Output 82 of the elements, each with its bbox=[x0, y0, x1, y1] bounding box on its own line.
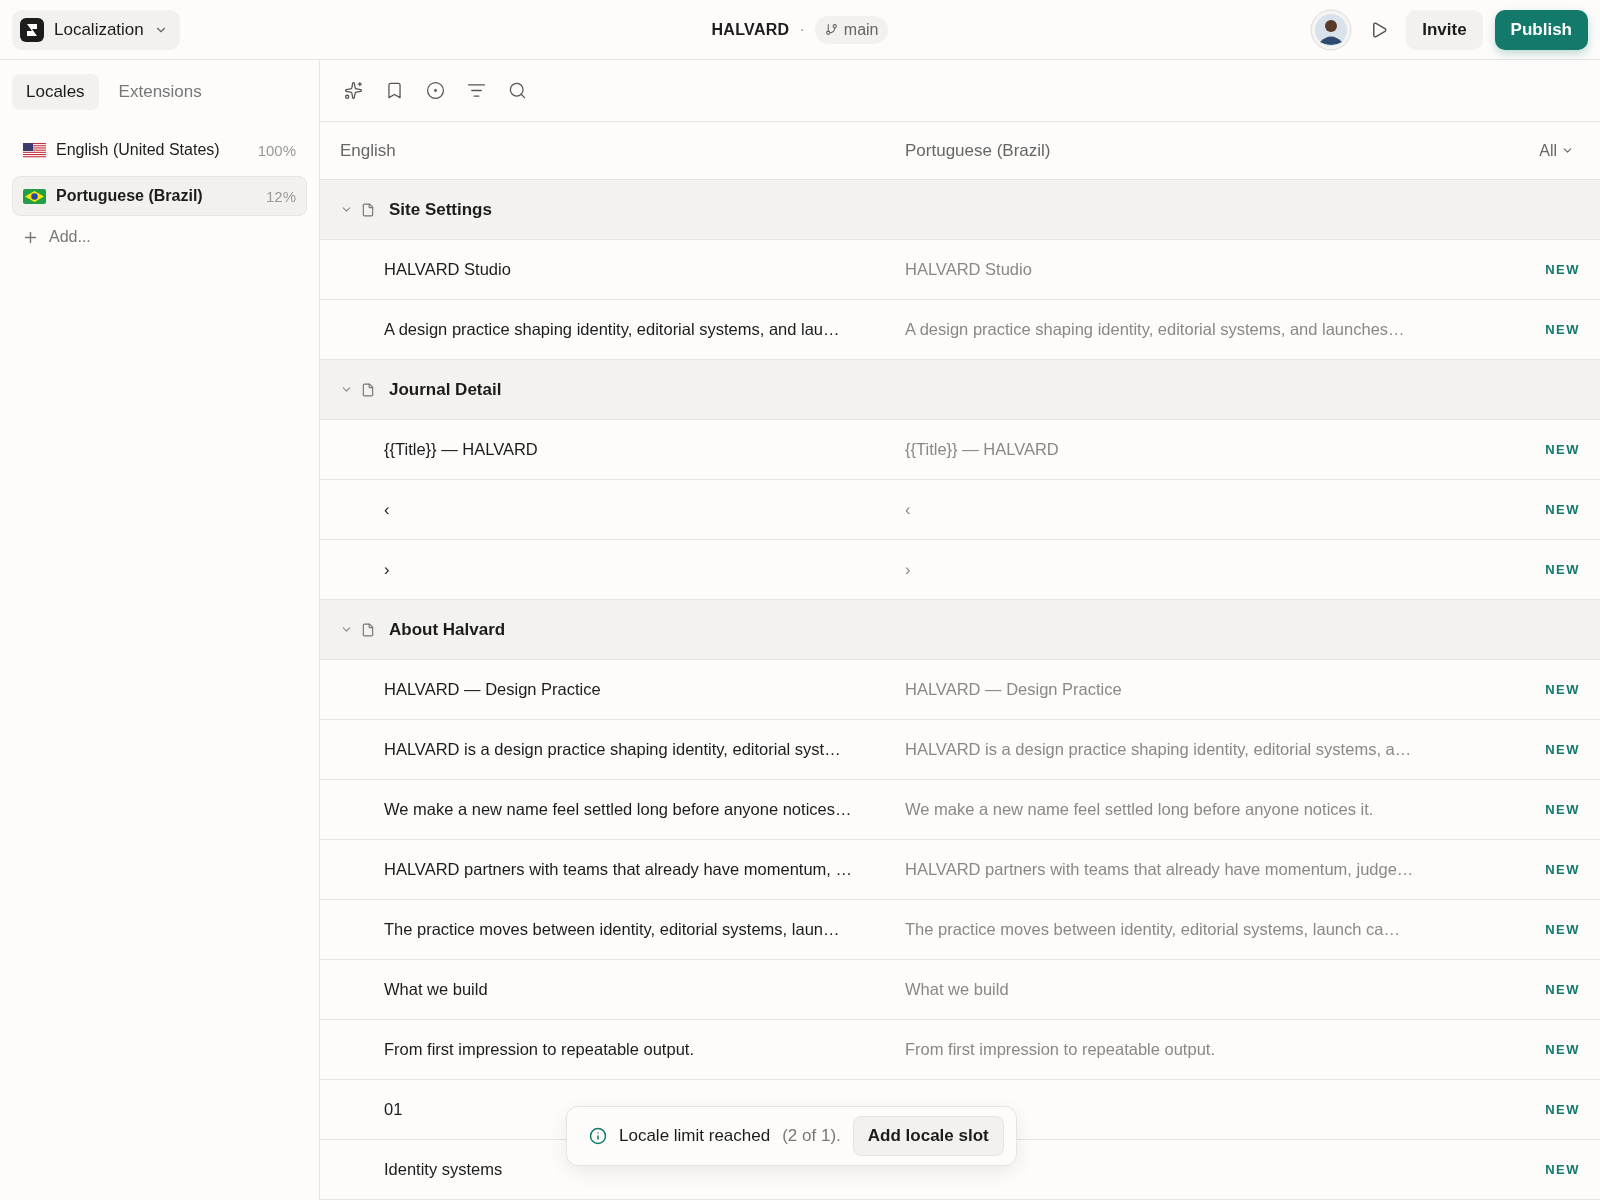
separator-dot: · bbox=[799, 20, 805, 39]
translation-text[interactable]: A design practice shaping identity, editorial systems, and launches… bbox=[905, 320, 1520, 339]
toast-count: (2 of 1). bbox=[782, 1126, 841, 1146]
translation-text[interactable]: › bbox=[905, 560, 1520, 579]
source-text: The practice moves between identity, editorial systems, laun… bbox=[383, 920, 841, 939]
locale-name: English (United States) bbox=[56, 141, 221, 159]
search-icon bbox=[508, 81, 527, 100]
source-text: A design practice shaping identity, editorial systems, and lau… bbox=[383, 320, 841, 339]
translation-text[interactable]: What we build bbox=[905, 980, 1520, 999]
publish-button[interactable]: Publish bbox=[1494, 9, 1588, 50]
status-label: NEW bbox=[1545, 922, 1580, 937]
translation-text[interactable]: The practice moves between identity, editorial systems, launch ca… bbox=[905, 920, 1520, 939]
sidebar-tab[interactable]: Extensions bbox=[104, 74, 216, 110]
group-title: About Halvard bbox=[389, 619, 506, 640]
source-text: 01 bbox=[383, 1100, 404, 1119]
source-text: Identity systems bbox=[383, 1160, 504, 1179]
locale-name: Portuguese (Brazil) bbox=[56, 187, 204, 205]
group-title: Journal Detail bbox=[389, 379, 502, 400]
status-label: NEW bbox=[1545, 262, 1580, 277]
invite-button[interactable]: Invite bbox=[1406, 9, 1483, 50]
translation-text[interactable]: HALVARD partners with teams that already have momentum, judge… bbox=[905, 860, 1520, 879]
source-text: HALVARD — Design Practice bbox=[383, 680, 602, 699]
status-label: NEW bbox=[1545, 502, 1580, 517]
status-label: NEW bbox=[1545, 1102, 1580, 1117]
toast-message: Locale limit reached bbox=[619, 1126, 771, 1146]
logo-icon bbox=[20, 17, 44, 42]
add-locale-slot-button[interactable]: Add locale slot bbox=[852, 1116, 1004, 1156]
status-label: NEW bbox=[1545, 982, 1580, 997]
source-text: ‹ bbox=[383, 500, 391, 519]
column-header: Portuguese (Brazil) bbox=[905, 140, 1052, 161]
status-label: NEW bbox=[1545, 802, 1580, 817]
play-icon bbox=[1370, 20, 1389, 39]
status-label: NEW bbox=[1545, 322, 1580, 337]
translation-text[interactable]: From first impression to repeatable output. bbox=[905, 1040, 1520, 1059]
target-icon bbox=[426, 81, 445, 100]
status-label: NEW bbox=[1545, 1042, 1580, 1057]
group-title: Site Settings bbox=[389, 199, 492, 220]
us-flag-icon bbox=[23, 142, 46, 158]
brazil-flag-icon bbox=[23, 188, 46, 204]
translation-text[interactable]: HALVARD Studio bbox=[905, 260, 1520, 279]
locale-percent: 100% bbox=[257, 141, 296, 159]
source-text: HALVARD partners with teams that already have momentum, … bbox=[383, 860, 853, 879]
status-label: NEW bbox=[1545, 442, 1580, 457]
status-label: NEW bbox=[1545, 562, 1580, 577]
page-icon bbox=[361, 382, 375, 397]
avatar[interactable] bbox=[1310, 8, 1353, 51]
info-icon bbox=[589, 1127, 607, 1145]
page-icon bbox=[361, 622, 375, 637]
source-text: We make a new name feel settled long before anyone notices… bbox=[383, 800, 853, 819]
branch-button[interactable]: main bbox=[814, 15, 889, 44]
group-row[interactable]: Site Settings bbox=[320, 180, 1600, 240]
translation-text[interactable]: We make a new name feel settled long before anyone notices it. bbox=[905, 800, 1520, 819]
column-header: English bbox=[339, 140, 397, 161]
app-menu[interactable]: Localization bbox=[12, 9, 180, 50]
group-row[interactable]: About Halvard bbox=[320, 600, 1600, 660]
bookmark-icon bbox=[385, 81, 404, 100]
translation-text[interactable]: HALVARD is a design practice shaping identity, editorial systems, a… bbox=[905, 740, 1520, 759]
group-row[interactable]: Journal Detail bbox=[320, 360, 1600, 420]
add-locale-button[interactable]: Add... bbox=[12, 222, 307, 252]
status-label: NEW bbox=[1545, 862, 1580, 877]
translation-text[interactable]: HALVARD — Design Practice bbox=[905, 680, 1520, 699]
source-text: What we build bbox=[383, 980, 489, 999]
sidebar-tab[interactable]: Locales bbox=[12, 74, 99, 110]
translation-text[interactable]: {{Title}} — HALVARD bbox=[905, 440, 1520, 459]
source-text: › bbox=[383, 560, 391, 579]
source-text: HALVARD Studio bbox=[383, 260, 512, 279]
status-label: NEW bbox=[1545, 682, 1580, 697]
source-text: HALVARD is a design practice shaping identity, editorial syst… bbox=[383, 740, 842, 759]
filter-icon bbox=[467, 81, 486, 100]
source-text: {{Title}} — HALVARD bbox=[383, 440, 539, 459]
project-name: HALVARD bbox=[711, 20, 790, 39]
status-label: NEW bbox=[1545, 742, 1580, 757]
branch-icon bbox=[824, 23, 838, 36]
page-icon bbox=[361, 202, 375, 217]
status-label: NEW bbox=[1545, 1162, 1580, 1177]
sparkles-icon bbox=[344, 81, 363, 100]
locale-item[interactable]: Portuguese (Brazil) 12% bbox=[12, 176, 307, 216]
locale-item[interactable]: English (United States) 100% bbox=[12, 130, 307, 170]
filter-dropdown[interactable]: All bbox=[1533, 140, 1580, 161]
translation-text[interactable]: ‹ bbox=[905, 500, 1520, 519]
source-text: From first impression to repeatable output. bbox=[383, 1040, 695, 1059]
locale-percent: 12% bbox=[265, 187, 296, 205]
